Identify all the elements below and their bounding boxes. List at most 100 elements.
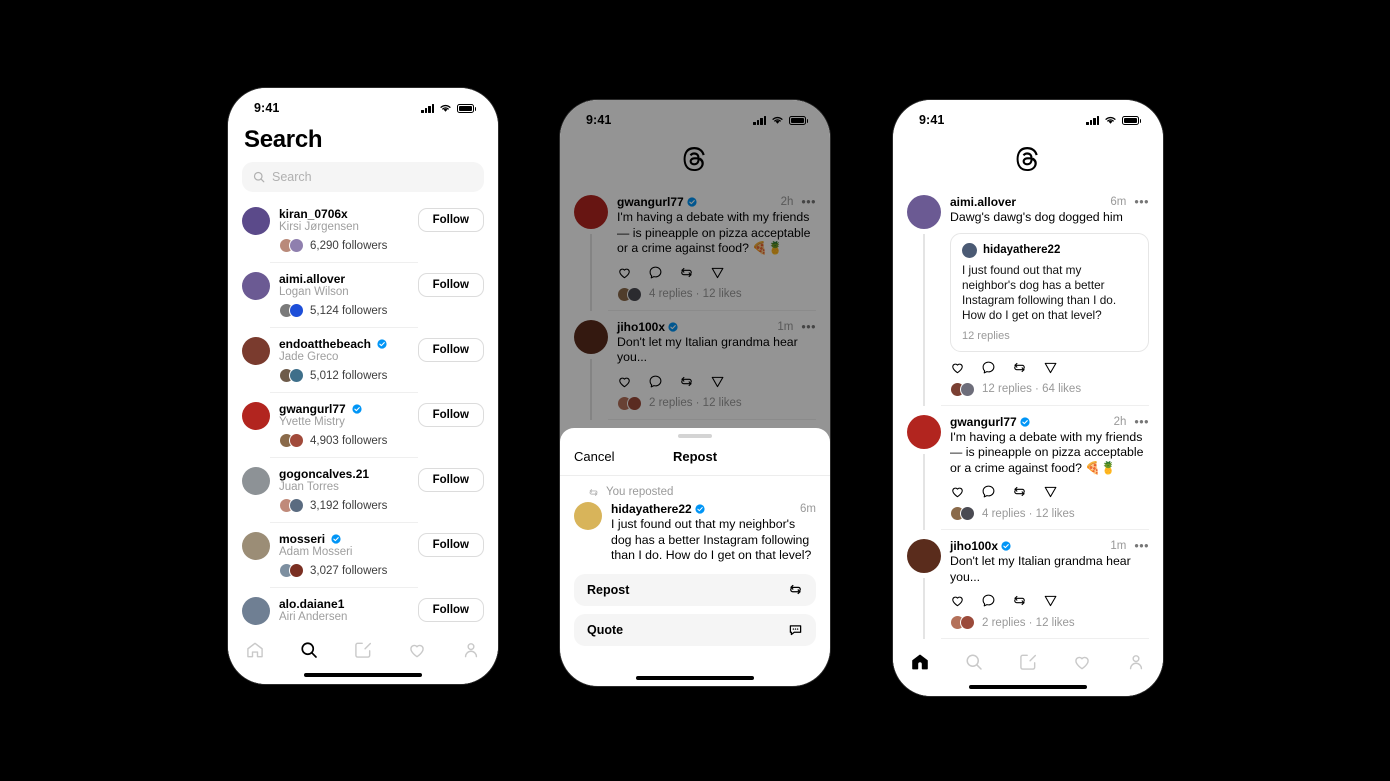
avatar[interactable] bbox=[242, 402, 270, 430]
status-time: 9:41 bbox=[254, 101, 280, 115]
search-result-row[interactable]: gogoncalves.21 Juan Torres 3,192 followers… bbox=[228, 458, 498, 523]
tab-profile[interactable] bbox=[1126, 652, 1146, 672]
feed-post[interactable]: gwangurl77 2h ••• I'm having a debate with … bbox=[893, 406, 1163, 530]
result-username[interactable]: aimi.allover bbox=[279, 272, 345, 286]
search-result-row[interactable]: gwangurl77 Yvette Mistry 4,903 followers Fo… bbox=[228, 393, 498, 458]
threads-logo bbox=[893, 134, 1163, 186]
share-icon[interactable] bbox=[1043, 360, 1058, 375]
post-username[interactable]: hidayathere22 bbox=[611, 502, 692, 516]
facepile bbox=[950, 506, 975, 521]
tab-home[interactable] bbox=[910, 652, 930, 672]
share-icon[interactable] bbox=[1043, 593, 1058, 608]
follow-button[interactable]: Follow bbox=[417, 598, 484, 622]
follower-count: 4,903 followers bbox=[310, 434, 388, 447]
result-username[interactable]: kiran_0706x bbox=[279, 207, 348, 221]
like-icon[interactable] bbox=[950, 360, 965, 375]
tab-compose[interactable] bbox=[353, 640, 373, 660]
like-icon[interactable] bbox=[950, 593, 965, 608]
repost-icon[interactable] bbox=[1012, 360, 1027, 375]
avatar[interactable] bbox=[574, 502, 602, 530]
follower-summary: 3,027 followers bbox=[279, 563, 418, 587]
avatar[interactable] bbox=[242, 207, 270, 235]
wifi-icon bbox=[1105, 116, 1116, 124]
search-result-row[interactable]: alo.daiane1 Airi Andersen Follow bbox=[228, 588, 498, 632]
tab-search[interactable] bbox=[964, 652, 984, 672]
follow-button[interactable]: Follow bbox=[417, 338, 484, 362]
result-username[interactable]: mosseri bbox=[279, 532, 325, 546]
result-username[interactable]: gwangurl77 bbox=[279, 402, 346, 416]
follow-button[interactable]: Follow bbox=[417, 533, 484, 557]
feed-post[interactable]: aimi.allover 6m ••• Dawg's dawg's dog dogge… bbox=[893, 186, 1163, 406]
avatar[interactable] bbox=[242, 337, 270, 365]
avatar[interactable] bbox=[242, 597, 270, 625]
avatar[interactable] bbox=[907, 539, 941, 573]
tab-compose[interactable] bbox=[1018, 652, 1038, 672]
avatar[interactable] bbox=[242, 532, 270, 560]
tab-activity[interactable] bbox=[1072, 652, 1092, 672]
post-username[interactable]: aimi.allover bbox=[950, 195, 1016, 209]
post-body: gwangurl77 2h ••• I'm having a debate with … bbox=[941, 415, 1149, 530]
result-username[interactable]: endoatthebeach bbox=[279, 337, 371, 351]
share-icon[interactable] bbox=[1043, 484, 1058, 499]
status-icons bbox=[421, 103, 476, 113]
post-username[interactable]: gwangurl77 bbox=[950, 415, 1017, 429]
avatar bbox=[289, 238, 304, 253]
result-fullname: Logan Wilson bbox=[279, 286, 349, 298]
username-line: alo.daiane1 bbox=[279, 597, 418, 611]
result-fullname: Airi Andersen bbox=[279, 611, 348, 623]
tab-search[interactable] bbox=[299, 640, 319, 660]
avatar[interactable] bbox=[962, 242, 977, 258]
post-stats[interactable]: 4 replies · 12 likes bbox=[950, 506, 1149, 521]
comment-icon[interactable] bbox=[981, 593, 996, 608]
result-fullname: Juan Torres bbox=[279, 481, 339, 493]
comment-icon[interactable] bbox=[981, 360, 996, 375]
stats-text: 12 replies · 64 likes bbox=[982, 383, 1082, 395]
follow-button[interactable]: Follow bbox=[417, 403, 484, 427]
post-stats[interactable]: 2 replies · 12 likes bbox=[950, 615, 1149, 630]
result-username[interactable]: alo.daiane1 bbox=[279, 597, 344, 611]
search-result-row[interactable]: mosseri Adam Mosseri 3,027 followers Follow bbox=[228, 523, 498, 588]
avatar[interactable] bbox=[907, 195, 941, 229]
post-meta: 6m bbox=[800, 503, 816, 515]
tab-activity[interactable] bbox=[407, 640, 427, 660]
post-header: aimi.allover 6m ••• bbox=[950, 195, 1149, 209]
repost-icon[interactable] bbox=[1012, 484, 1027, 499]
quoted-replies-count: 12 replies bbox=[962, 329, 1010, 342]
quoted-username[interactable]: hidayathere22 bbox=[983, 244, 1060, 256]
sheet-title: Repost bbox=[672, 449, 718, 464]
home-indicator bbox=[636, 676, 754, 680]
result-username[interactable]: gogoncalves.21 bbox=[279, 467, 369, 481]
result-info: gwangurl77 Yvette Mistry 4,903 followers bbox=[270, 402, 418, 458]
follow-button[interactable]: Follow bbox=[417, 273, 484, 297]
facepile bbox=[279, 563, 304, 578]
quoted-post-card[interactable]: hidayathere22 I just found out that my ne… bbox=[950, 232, 1149, 352]
avatar[interactable] bbox=[242, 467, 270, 495]
search-result-row[interactable]: kiran_0706x Kirsi Jørgensen 6,290 follower… bbox=[228, 198, 498, 263]
more-options-icon[interactable]: ••• bbox=[1134, 196, 1149, 209]
post-stats[interactable]: 12 replies · 64 likes bbox=[950, 381, 1149, 397]
search-input[interactable]: Search bbox=[242, 162, 484, 192]
reposted-status: You reposted bbox=[560, 476, 830, 498]
follow-button[interactable]: Follow bbox=[417, 468, 484, 492]
search-result-row[interactable]: endoatthebeach Jade Greco 5,012 followers F… bbox=[228, 328, 498, 393]
battery-icon bbox=[457, 103, 476, 113]
search-result-row[interactable]: aimi.allover Logan Wilson 5,124 followers F… bbox=[228, 263, 498, 328]
tab-profile[interactable] bbox=[461, 640, 481, 660]
repost-icon[interactable] bbox=[1012, 593, 1027, 608]
avatar[interactable] bbox=[907, 414, 941, 449]
like-icon[interactable] bbox=[950, 484, 965, 499]
tab-home[interactable] bbox=[245, 640, 265, 660]
verified-badge-icon bbox=[1001, 541, 1011, 551]
repost-option[interactable]: Repost bbox=[574, 573, 816, 606]
avatar[interactable] bbox=[242, 272, 270, 300]
post-username[interactable]: jiho100x bbox=[950, 539, 998, 553]
comment-icon[interactable] bbox=[981, 484, 996, 499]
repost-sheet: Cancel Repost You reposted hidayathere22… bbox=[560, 428, 830, 686]
follow-button[interactable]: Follow bbox=[417, 208, 484, 232]
search-results-list: kiran_0706x Kirsi Jørgensen 6,290 follower… bbox=[228, 198, 498, 632]
feed-post[interactable]: jiho100x 1m ••• Don't let my Italian grandm… bbox=[893, 530, 1163, 639]
quote-icon bbox=[788, 622, 803, 637]
more-options-icon[interactable]: ••• bbox=[1134, 415, 1149, 428]
quote-option[interactable]: Quote bbox=[574, 613, 816, 646]
more-options-icon[interactable]: ••• bbox=[1134, 540, 1149, 553]
